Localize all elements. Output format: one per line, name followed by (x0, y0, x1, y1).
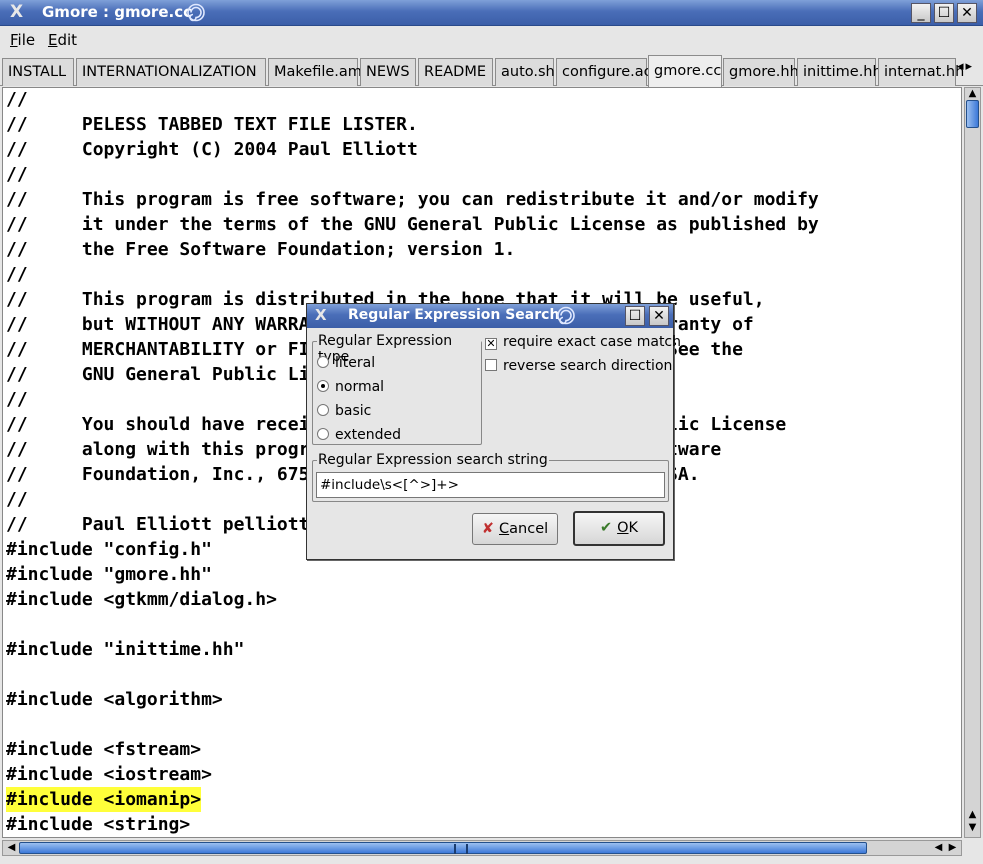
checkbox-checked-icon[interactable]: ✕ (485, 338, 497, 350)
tab-scroll-arrows-icon[interactable]: ◂▸ (957, 59, 974, 74)
text-line: // This program is free software; you ca… (6, 189, 819, 210)
dialog-titlebar[interactable]: X Regular Expression Search ☐ ✕ (307, 304, 673, 328)
radio-icon[interactable] (317, 356, 329, 368)
radio-basic[interactable]: basic (317, 402, 371, 420)
menubar: File Edit (0, 27, 983, 53)
tab-install[interactable]: INSTALL (2, 58, 74, 86)
cancel-icon: ✘ (481, 521, 495, 537)
close-button[interactable]: ✕ (957, 3, 977, 23)
tab-auto-sh[interactable]: auto.sh (495, 58, 555, 86)
scroll-grip-icon (454, 844, 468, 854)
tab-internat-hh[interactable]: internat.hh (878, 58, 964, 86)
tab-inittime-hh[interactable]: inittime.hh (797, 58, 882, 86)
ok-icon: ✔ (599, 520, 613, 536)
maximize-icon: ☐ (628, 308, 642, 324)
text-line: #include <iostream> (6, 764, 212, 785)
text-line: // PELESS TABBED TEXT FILE LISTER. (6, 114, 418, 135)
scroll-left-arrow-icon[interactable]: ◀ (931, 843, 946, 853)
maximize-button[interactable]: ☐ (934, 3, 954, 23)
radio-icon[interactable] (317, 404, 329, 416)
text-line: // (6, 389, 28, 410)
x-logo-icon[interactable]: X (10, 2, 23, 22)
x-logo-icon[interactable]: X (315, 306, 327, 324)
maximize-icon: ☐ (937, 5, 951, 21)
scroll-up-arrow-icon[interactable]: ▲ (965, 89, 980, 99)
text-line: #include <gtkmm/dialog.h> (6, 589, 277, 610)
scroll-up-arrow-icon[interactable]: ▲ (965, 810, 980, 820)
menu-file[interactable]: File (10, 31, 35, 49)
horizontal-scroll-thumb[interactable] (19, 842, 867, 854)
menu-edit[interactable]: Edit (48, 31, 77, 49)
ok-button[interactable]: ✔ OK (573, 511, 665, 546)
text-line: #include "gmore.hh" (6, 564, 212, 585)
text-line: // (6, 489, 28, 510)
text-line: #include <fstream> (6, 739, 202, 760)
scroll-down-arrow-icon[interactable]: ▼ (965, 823, 980, 833)
scroll-right-arrow-icon[interactable]: ▶ (945, 843, 960, 853)
tab-gmore-hh[interactable]: gmore.hh (723, 58, 799, 86)
regex-search-dialog: X Regular Expression Search ☐ ✕ Regular … (306, 303, 681, 560)
radio-icon[interactable] (317, 428, 329, 440)
search-string-input[interactable] (316, 472, 665, 498)
minimize-icon: _ (917, 5, 925, 21)
dialog-close-button[interactable]: ✕ (649, 306, 669, 326)
spiral-icon (187, 3, 205, 22)
radio-normal[interactable]: normal (317, 378, 384, 396)
vertical-scroll-thumb[interactable] (966, 100, 979, 128)
text-line: #include <string> (6, 814, 191, 835)
text-line: #include <algorithm> (6, 689, 223, 710)
highlighted-match-line: #include <iomanip> (6, 787, 202, 812)
tab-configure-ac[interactable]: configure.ac (556, 58, 652, 86)
search-string-group: Regular Expression search string (312, 452, 669, 502)
minimize-button[interactable]: _ (911, 3, 931, 23)
radio-selected-icon[interactable] (317, 380, 329, 392)
text-line: // the Free Software Foundation; version… (6, 239, 516, 260)
tab-internationalization[interactable]: INTERNATIONALIZATION (76, 58, 266, 86)
window-title: Gmore : gmore.cc (42, 3, 192, 21)
spiral-icon (557, 306, 575, 325)
radio-literal[interactable]: literal (317, 354, 375, 372)
file-tabbar: INSTALL INTERNATIONALIZATION Makefile.am… (0, 55, 983, 87)
vertical-scrollbar[interactable]: ▲ ▲ ▼ (964, 87, 981, 838)
text-line: // Copyright (C) 2004 Paul Elliott (6, 139, 418, 160)
radio-extended[interactable]: extended (317, 426, 401, 444)
text-line: #include "inittime.hh" (6, 639, 245, 660)
cancel-button[interactable]: ✘ Cancel (472, 513, 558, 545)
tab-news[interactable]: NEWS (360, 58, 416, 86)
search-string-label: Regular Expression search string (317, 452, 549, 468)
tab-makefile-am[interactable]: Makefile.am (268, 58, 362, 86)
text-line: // (6, 89, 28, 110)
dialog-title: Regular Expression Search (348, 307, 560, 323)
tab-gmore-cc[interactable]: gmore.cc (648, 55, 722, 87)
text-line: #include "config.h" (6, 539, 212, 560)
close-icon: ✕ (961, 5, 973, 21)
text-line: // (6, 164, 28, 185)
window-titlebar[interactable]: X Gmore : gmore.cc _ ☐ ✕ (0, 0, 983, 26)
text-line: // (6, 264, 28, 285)
tab-readme[interactable]: README (418, 58, 493, 86)
regex-type-group: Regular Expression type literal normal b… (312, 333, 482, 445)
checkbox-icon[interactable] (485, 359, 497, 371)
horizontal-scrollbar[interactable]: ◀ ◀ ▶ (2, 840, 962, 856)
scroll-left-arrow-icon[interactable]: ◀ (4, 843, 19, 853)
close-icon: ✕ (653, 308, 665, 324)
dialog-maximize-button[interactable]: ☐ (625, 306, 645, 326)
text-line: // it under the terms of the GNU General… (6, 214, 819, 235)
checkbox-reverse-direction[interactable]: reverse search direction (485, 357, 672, 375)
checkbox-exact-case[interactable]: ✕ require exact case match (485, 333, 681, 351)
